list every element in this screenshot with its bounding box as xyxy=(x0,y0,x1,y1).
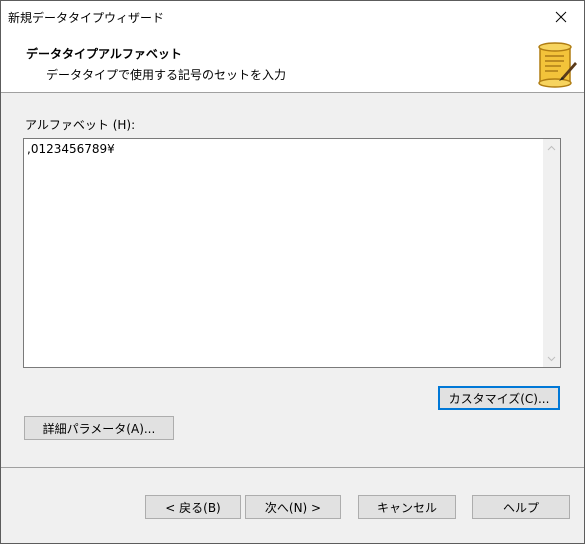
customize-button[interactable]: カスタマイズ(C)... xyxy=(438,386,560,410)
scroll-up-button[interactable] xyxy=(543,139,560,156)
alphabet-textarea[interactable]: ,0123456789¥ xyxy=(23,138,561,368)
chevron-down-icon xyxy=(547,356,556,361)
chevron-up-icon xyxy=(547,145,556,150)
scroll-quill-icon xyxy=(538,42,577,88)
wizard-header: データタイプアルファベット データタイプで使用する記号のセットを入力 xyxy=(1,32,584,93)
back-button[interactable]: < 戻る(B) xyxy=(145,495,241,519)
wizard-window: 新規データタイプウィザード データタイプアルファベット データタイプで使用する記… xyxy=(0,0,585,544)
help-button[interactable]: ヘルプ xyxy=(472,495,570,519)
alphabet-label: アルファベット (H): xyxy=(25,118,136,132)
vertical-scrollbar[interactable] xyxy=(543,139,560,367)
next-button[interactable]: 次へ(N) > xyxy=(245,495,341,519)
divider xyxy=(1,467,584,468)
close-button[interactable] xyxy=(538,1,584,32)
scroll-down-button[interactable] xyxy=(543,350,560,367)
advanced-parameters-button[interactable]: 詳細パラメータ(A)... xyxy=(24,416,174,440)
window-title: 新規データタイプウィザード xyxy=(8,11,165,25)
cancel-button[interactable]: キャンセル xyxy=(358,495,456,519)
title-bar: 新規データタイプウィザード xyxy=(1,1,584,32)
close-icon xyxy=(555,11,567,22)
alphabet-value: ,0123456789¥ xyxy=(27,142,115,156)
page-title: データタイプアルファベット xyxy=(26,47,182,61)
page-subtitle: データタイプで使用する記号のセットを入力 xyxy=(46,68,287,82)
